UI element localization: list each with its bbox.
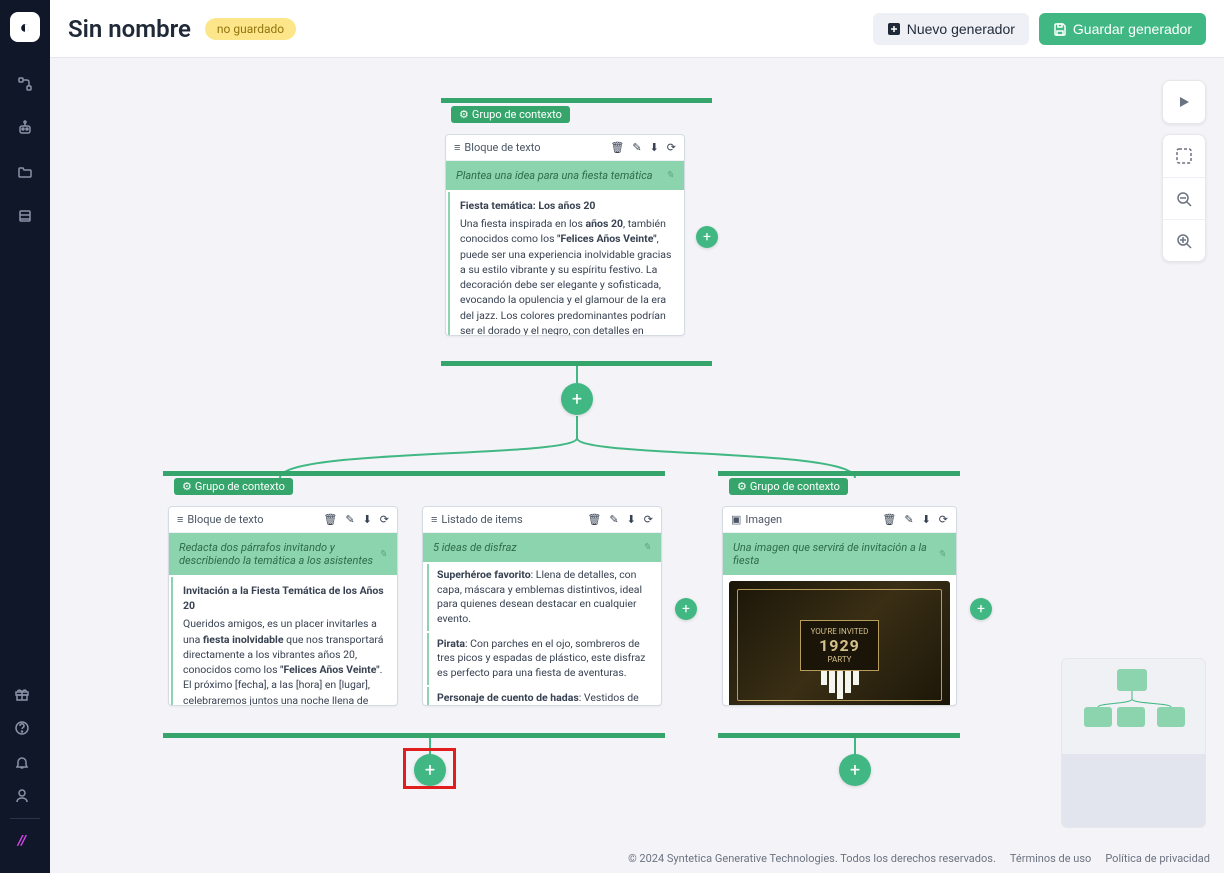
delete-icon[interactable]: 🗑 — [610, 141, 624, 154]
play-button[interactable] — [1163, 81, 1205, 123]
item-list-node[interactable]: ≡ Listado de items 🗑 ✎ ⬇ ⟳ 5 ideas de di… — [422, 506, 662, 706]
gear-icon: ⚙ — [459, 108, 469, 121]
refresh-icon[interactable]: ⟳ — [939, 513, 948, 526]
refresh-icon[interactable]: ⟳ — [667, 141, 676, 154]
zoom-in-button[interactable] — [1163, 219, 1205, 261]
download-icon[interactable]: ⬇ — [363, 513, 372, 526]
delete-icon[interactable]: 🗑 — [323, 513, 337, 526]
refresh-icon[interactable]: ⟳ — [644, 513, 653, 526]
list-icon: ≡ — [431, 513, 437, 526]
list-item: Superhéroe favorito: Llena de detalles, … — [427, 564, 657, 631]
nav-widget-icon[interactable] — [13, 204, 37, 228]
context-group-bar-left — [163, 471, 665, 476]
terms-link[interactable]: Términos de uso — [1010, 852, 1091, 865]
context-group-bar — [441, 98, 712, 103]
download-icon[interactable]: ⬇ — [627, 513, 636, 526]
minimap[interactable] — [1061, 658, 1206, 828]
prompt-band[interactable]: Plantea una idea para una fiesta temátic… — [446, 161, 684, 190]
edit-icon[interactable]: ✎ — [609, 513, 618, 526]
unsaved-badge: no guardado — [205, 18, 296, 40]
list-item: Pirata: Con parches en el ojo, sombreros… — [427, 633, 657, 685]
canvas-tools — [1162, 80, 1206, 262]
context-group-label-right[interactable]: ⚙Grupo de contexto — [729, 478, 848, 495]
download-icon[interactable]: ⬇ — [922, 513, 931, 526]
pencil-icon: ✎ — [666, 170, 674, 181]
add-right-button[interactable]: + — [675, 598, 697, 620]
download-icon[interactable]: ⬇ — [650, 141, 659, 154]
context-group-bottom-bar — [441, 361, 712, 366]
footer: © 2024 Syntetica Generative Technologies… — [50, 843, 1224, 873]
zoom-out-button[interactable] — [1163, 177, 1205, 219]
prompt-band[interactable]: 5 ideas de disfraz✎ — [423, 533, 661, 562]
sidebar: ◐ // — [0, 0, 50, 873]
add-right-button[interactable]: + — [696, 226, 718, 248]
context-group-label-left[interactable]: ⚙Grupo de contexto — [174, 478, 293, 495]
image-icon: ▣ — [731, 513, 741, 526]
image-node[interactable]: ▣ Imagen 🗑 ✎ ⬇ ⟳ Una imagen que servirá … — [722, 506, 957, 706]
context-group-bottom-bar-left — [163, 733, 665, 738]
left-text-block-node[interactable]: ≡ Bloque de texto 🗑 ✎ ⬇ ⟳ Redacta dos pá… — [168, 506, 398, 706]
drag-icon: ≡ — [177, 513, 183, 526]
new-generator-button[interactable]: Nuevo generador — [873, 13, 1029, 45]
copyright: © 2024 Syntetica Generative Technologies… — [628, 852, 996, 865]
save-generator-button[interactable]: Guardar generador — [1039, 13, 1206, 45]
drag-icon: ≡ — [454, 141, 460, 154]
nav-flow-icon[interactable] — [13, 72, 37, 96]
header: Sin nombre no guardado Nuevo generador G… — [50, 0, 1224, 58]
nav-bell-icon[interactable] — [10, 750, 34, 774]
node-body: Invitación a la Fiesta Temática de los A… — [171, 577, 397, 706]
prompt-band[interactable]: Una imagen que servirá de invitación a l… — [723, 533, 956, 575]
privacy-link[interactable]: Política de privacidad — [1105, 852, 1210, 865]
nav-accent-icon[interactable]: // — [10, 829, 34, 853]
gear-icon: ⚙ — [737, 480, 747, 493]
context-group-label[interactable]: ⚙Grupo de contexto — [451, 106, 570, 123]
app-logo[interactable]: ◐ — [10, 12, 40, 42]
page-title: Sin nombre — [68, 15, 191, 43]
node-body: Fiesta temática: Los años 20 Una fiesta … — [448, 192, 684, 336]
edit-icon[interactable]: ✎ — [904, 513, 913, 526]
delete-icon[interactable]: 🗑 — [882, 513, 896, 526]
pencil-icon: ✎ — [643, 542, 651, 553]
edit-icon[interactable]: ✎ — [345, 513, 354, 526]
fit-view-button[interactable] — [1163, 135, 1205, 177]
refresh-icon[interactable]: ⟳ — [380, 513, 389, 526]
nav-gift-icon[interactable] — [10, 682, 34, 706]
add-branch-button-left[interactable]: + — [414, 754, 446, 786]
nav-bot-icon[interactable] — [13, 116, 37, 140]
top-text-block-node[interactable]: ≡ Bloque de texto 🗑 ✎ ⬇ ⟳ Plantea una id… — [445, 134, 685, 336]
edit-icon[interactable]: ✎ — [632, 141, 641, 154]
delete-icon[interactable]: 🗑 — [587, 513, 601, 526]
nav-help-icon[interactable] — [10, 716, 34, 740]
gear-icon: ⚙ — [182, 480, 192, 493]
generated-image: YOU'RE INVITED 1929 PARTY — [729, 581, 950, 706]
context-group-bottom-bar-right — [718, 733, 960, 738]
add-branch-button-right[interactable]: + — [839, 754, 871, 786]
context-group-bar-right — [718, 471, 960, 476]
nav-folder-icon[interactable] — [13, 160, 37, 184]
add-right-button[interactable]: + — [970, 598, 992, 620]
prompt-band[interactable]: Redacta dos párrafos invitando y describ… — [169, 533, 397, 575]
nav-user-icon[interactable] — [10, 784, 34, 808]
list-item: Personaje de cuento de hadas: Vestidos d… — [427, 687, 657, 706]
pencil-icon: ✎ — [379, 549, 387, 560]
canvas[interactable]: ⚙Grupo de contexto ≡ Bloque de texto 🗑 ✎… — [50, 58, 1224, 843]
add-branch-button[interactable]: + — [561, 383, 593, 415]
pencil-icon: ✎ — [938, 549, 946, 560]
